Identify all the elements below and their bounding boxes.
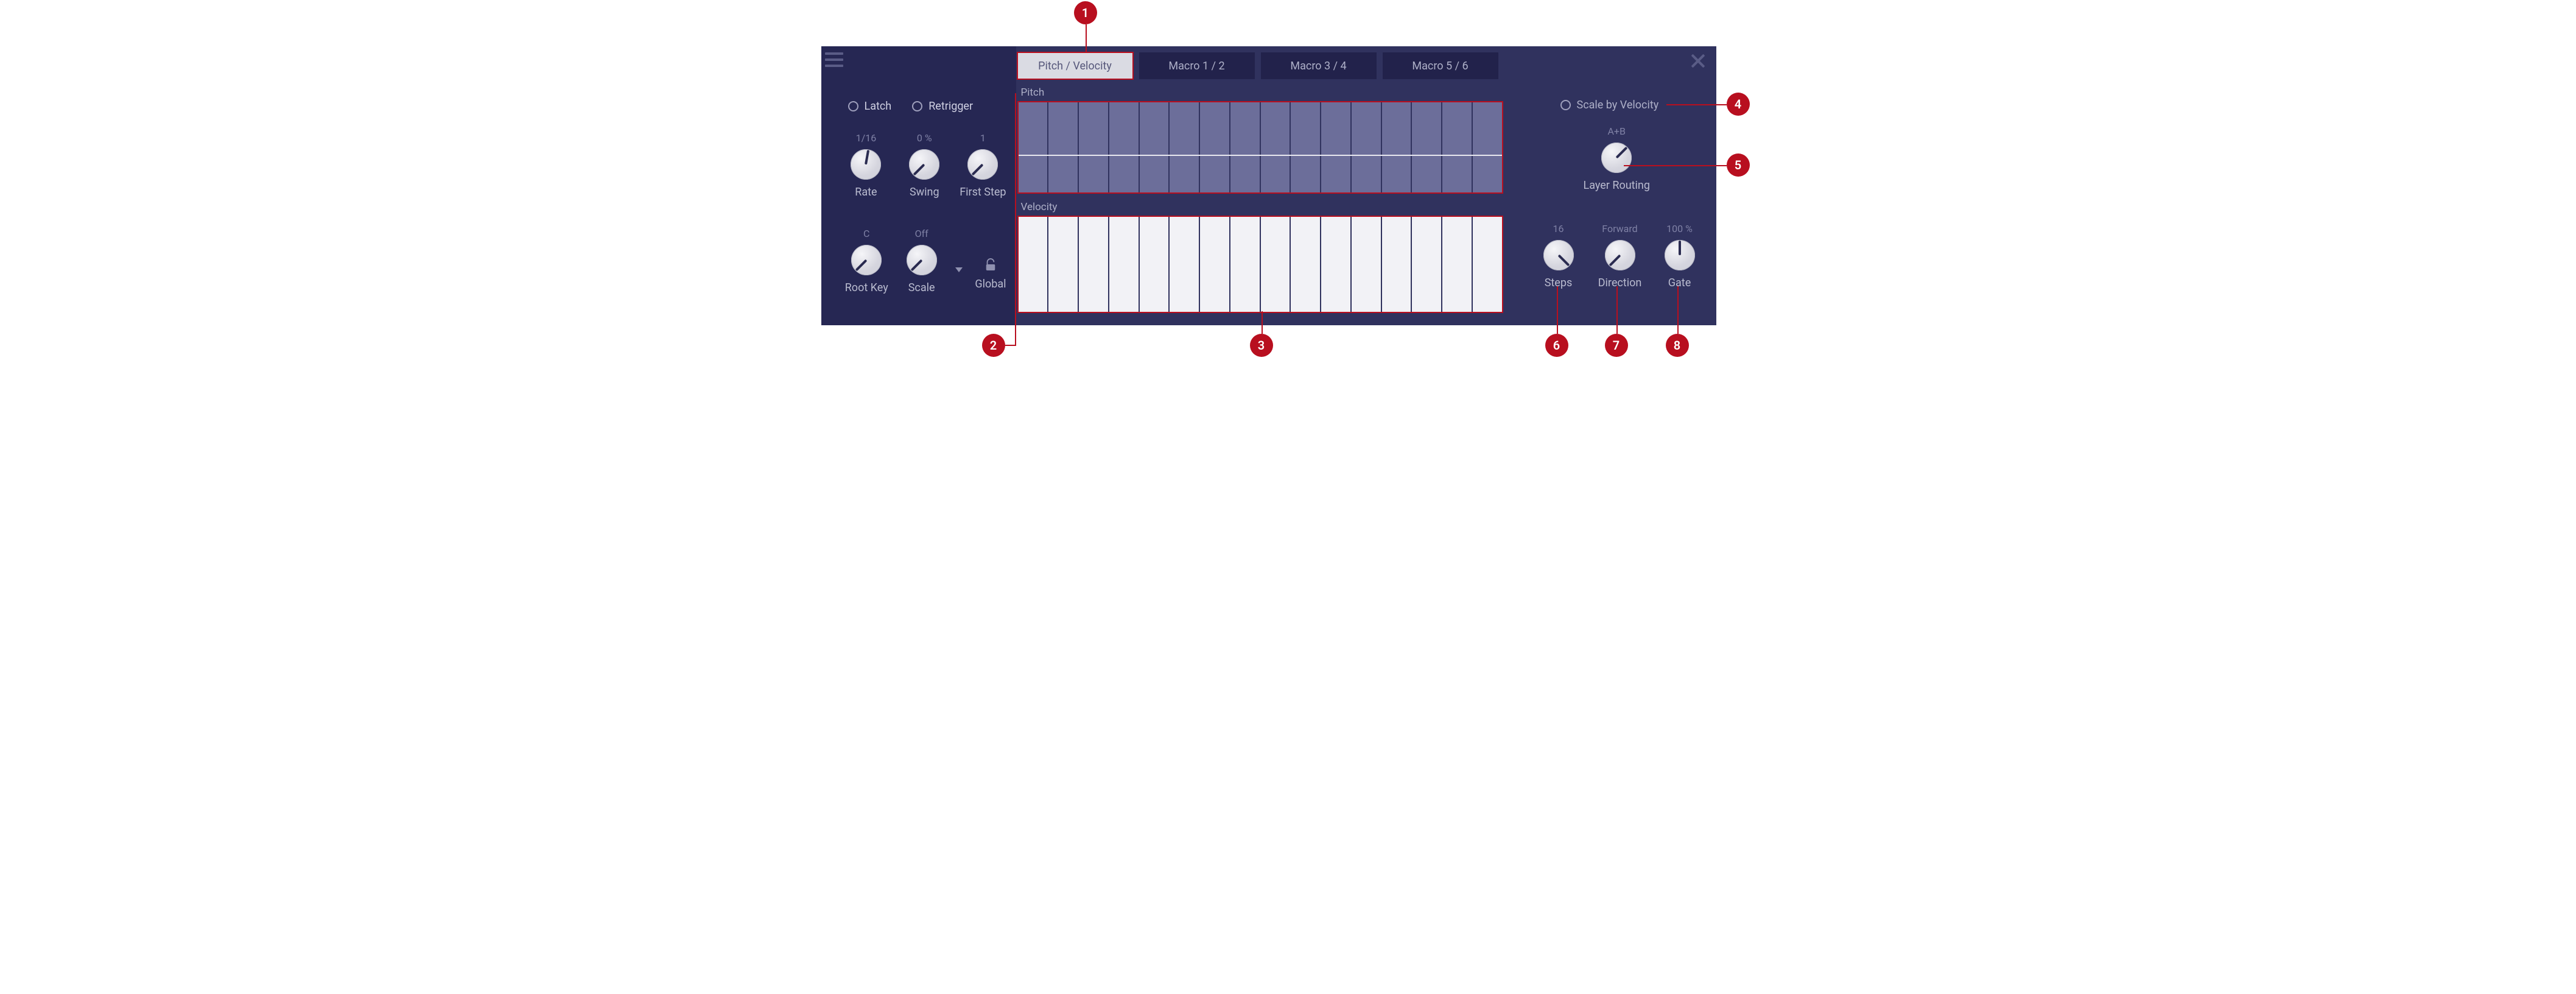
swing-knob[interactable] xyxy=(909,149,939,180)
velocity-lane-label: Velocity xyxy=(1021,201,1529,213)
menu-icon[interactable] xyxy=(825,51,843,68)
swing-value: 0 % xyxy=(917,132,932,144)
pitch-step[interactable] xyxy=(1140,102,1170,192)
velocity-step[interactable] xyxy=(1291,217,1321,312)
layer-routing-knob[interactable] xyxy=(1601,143,1632,173)
retrigger-toggle[interactable]: Retrigger xyxy=(912,100,973,113)
callout-8: 8 xyxy=(1666,334,1689,357)
first-step-knob[interactable] xyxy=(967,149,998,180)
direction-label: Direction xyxy=(1598,277,1642,289)
velocity-step[interactable] xyxy=(1109,217,1140,312)
velocity-step[interactable] xyxy=(1019,217,1049,312)
swing-label: Swing xyxy=(910,186,939,199)
pitch-step[interactable] xyxy=(1352,102,1382,192)
pitch-step[interactable] xyxy=(1019,102,1049,192)
pitch-step[interactable] xyxy=(1412,102,1442,192)
velocity-step[interactable] xyxy=(1412,217,1442,312)
velocity-step[interactable] xyxy=(1200,217,1230,312)
callout-7: 7 xyxy=(1605,334,1628,357)
rate-value: 1/16 xyxy=(856,132,877,144)
velocity-step[interactable] xyxy=(1079,217,1109,312)
callout-1: 1 xyxy=(1074,1,1097,24)
pitch-step[interactable] xyxy=(1048,102,1079,192)
gate-label: Gate xyxy=(1668,277,1691,289)
velocity-step[interactable] xyxy=(1261,217,1291,312)
retrigger-label: Retrigger xyxy=(928,100,973,113)
velocity-lane[interactable] xyxy=(1017,216,1503,313)
callout-3: 3 xyxy=(1250,334,1273,357)
steps-label: Steps xyxy=(1545,277,1573,289)
sequencer-area: Pitch / Velocity Macro 1 / 2 Macro 3 / 4… xyxy=(1016,46,1529,325)
arp-settings-right: Scale by Velocity A+B Layer Routing 16 S… xyxy=(1529,46,1716,325)
arpeggiator-panel: Latch Retrigger 1/16 Rate 0 % Swing xyxy=(821,46,1716,325)
latch-toggle[interactable]: Latch xyxy=(848,100,892,113)
callout-5: 5 xyxy=(1727,153,1750,177)
rate-knob[interactable] xyxy=(851,149,881,180)
layer-routing-label: Layer Routing xyxy=(1584,179,1650,192)
pitch-step[interactable] xyxy=(1291,102,1321,192)
pitch-step[interactable] xyxy=(1442,102,1473,192)
tab-macro-1-2[interactable]: Macro 1 / 2 xyxy=(1139,52,1255,79)
steps-knob[interactable] xyxy=(1543,240,1574,270)
velocity-step[interactable] xyxy=(1382,217,1413,312)
first-step-label: First Step xyxy=(960,186,1006,199)
pitch-step[interactable] xyxy=(1200,102,1230,192)
arp-settings-left: Latch Retrigger 1/16 Rate 0 % Swing xyxy=(821,46,1016,325)
velocity-step[interactable] xyxy=(1473,217,1502,312)
scale-by-velocity-toggle[interactable]: Scale by Velocity xyxy=(1560,99,1659,111)
layer-routing-value: A+B xyxy=(1584,125,1650,138)
pitch-step[interactable] xyxy=(1321,102,1352,192)
global-label: Global xyxy=(975,278,1006,291)
velocity-step[interactable] xyxy=(1170,217,1200,312)
root-key-value: C xyxy=(863,228,869,240)
pitch-step[interactable] xyxy=(1230,102,1261,192)
tab-pitch-velocity[interactable]: Pitch / Velocity xyxy=(1017,52,1133,79)
radio-empty-icon xyxy=(1560,100,1571,110)
pitch-step[interactable] xyxy=(1473,102,1502,192)
lock-icon[interactable] xyxy=(984,257,997,272)
pitch-step[interactable] xyxy=(1170,102,1200,192)
steps-value: 16 xyxy=(1553,223,1564,235)
pitch-step[interactable] xyxy=(1079,102,1109,192)
pitch-step[interactable] xyxy=(1109,102,1140,192)
callout-2: 2 xyxy=(982,334,1005,357)
radio-empty-icon xyxy=(912,101,922,111)
root-key-knob[interactable] xyxy=(851,245,882,275)
callout-6: 6 xyxy=(1545,334,1568,357)
direction-knob[interactable] xyxy=(1605,240,1635,270)
velocity-step[interactable] xyxy=(1352,217,1382,312)
latch-label: Latch xyxy=(865,100,892,113)
close-icon[interactable] xyxy=(1690,52,1707,69)
callout-4: 4 xyxy=(1727,93,1750,116)
gate-knob[interactable] xyxy=(1665,240,1695,270)
first-step-value: 1 xyxy=(980,132,986,144)
pitch-step[interactable] xyxy=(1261,102,1291,192)
velocity-step[interactable] xyxy=(1442,217,1473,312)
scale-by-velocity-label: Scale by Velocity xyxy=(1577,99,1659,111)
scale-knob[interactable] xyxy=(907,245,937,275)
sequencer-tabs: Pitch / Velocity Macro 1 / 2 Macro 3 / 4… xyxy=(1017,52,1529,79)
chevron-down-icon[interactable] xyxy=(955,267,963,272)
velocity-step[interactable] xyxy=(1230,217,1261,312)
rate-label: Rate xyxy=(855,186,877,199)
pitch-lane-label: Pitch xyxy=(1021,86,1529,99)
pitch-lane[interactable] xyxy=(1017,101,1503,194)
direction-value: Forward xyxy=(1602,223,1637,235)
root-key-label: Root Key xyxy=(845,281,888,294)
pitch-step[interactable] xyxy=(1382,102,1413,192)
scale-value: Off xyxy=(915,228,928,240)
tab-macro-3-4[interactable]: Macro 3 / 4 xyxy=(1261,52,1377,79)
velocity-step[interactable] xyxy=(1140,217,1170,312)
scale-label: Scale xyxy=(908,281,935,294)
radio-empty-icon xyxy=(848,101,858,111)
velocity-step[interactable] xyxy=(1321,217,1352,312)
gate-value: 100 % xyxy=(1666,223,1693,235)
velocity-step[interactable] xyxy=(1048,217,1079,312)
tab-macro-5-6[interactable]: Macro 5 / 6 xyxy=(1383,52,1498,79)
